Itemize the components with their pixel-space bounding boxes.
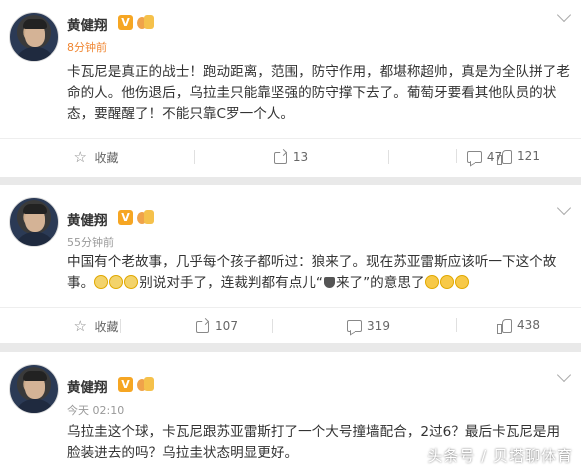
repost-button[interactable]: 13 (194, 139, 387, 175)
avatar[interactable] (9, 197, 59, 247)
avatar[interactable] (9, 12, 59, 62)
weibo-post: 黄健翔 V 55分钟前 中国有个老故事，几乎每个孩子都听过：狼来了。现在苏亚雷斯… (0, 185, 581, 343)
like-button[interactable]: 438 (456, 307, 581, 343)
favorite-label: 收藏 (94, 319, 119, 334)
emoji-icon (94, 275, 109, 289)
favorite-label: 收藏 (94, 150, 119, 165)
star-icon (73, 148, 88, 166)
like-count: 438 (517, 318, 540, 332)
member-badge-icon (137, 377, 155, 392)
emoji-icon (439, 275, 454, 289)
repost-icon (273, 151, 287, 164)
star-icon (73, 317, 88, 335)
emoji-icon (124, 275, 139, 289)
avatar[interactable] (9, 364, 59, 414)
like-icon (497, 149, 513, 165)
chevron-down-icon[interactable] (556, 367, 572, 383)
like-icon (497, 318, 513, 334)
comment-icon (347, 319, 363, 333)
favorite-button[interactable]: 收藏 (0, 139, 193, 175)
like-count: 121 (517, 149, 540, 163)
repost-count: 107 (215, 319, 238, 333)
repost-count: 13 (292, 150, 309, 164)
post-time[interactable]: 8分钟前 (67, 39, 107, 55)
member-badge-icon (137, 210, 155, 225)
emoji-icon (109, 275, 124, 289)
emoji-icon (424, 275, 439, 289)
chevron-down-icon[interactable] (556, 200, 572, 216)
verified-v-icon: V (118, 377, 133, 392)
comment-count: 319 (367, 319, 390, 333)
repost-icon (195, 320, 210, 333)
post-time[interactable]: 今天 02:10 (67, 402, 124, 418)
member-badge-icon (137, 15, 155, 30)
comment-button[interactable]: 319 (272, 308, 465, 344)
verified-v-icon: V (118, 210, 133, 225)
post-time[interactable]: 55分钟前 (67, 234, 114, 250)
chevron-down-icon[interactable] (556, 7, 572, 23)
weibo-post: 黄健翔 V 8分钟前 卡瓦尼是真正的战士！跑动距离，范围，防守作用，都堪称超帅，… (0, 0, 581, 177)
post-content: 中国有个老故事，几乎每个孩子都听过：狼来了。现在苏亚雷斯应该听一下这个故事。 别说… (67, 252, 572, 294)
author-name[interactable]: 黄健翔 (67, 376, 108, 396)
like-button[interactable]: 121 (456, 138, 581, 174)
watermark: 头条号 / 贝塔聊体育 (427, 447, 573, 465)
post-content-text: 别说对手了，连裁判都有点儿“ (139, 275, 323, 291)
post-content-text: 来了”的意思了 (335, 275, 425, 291)
author-name[interactable]: 黄健翔 (67, 14, 108, 34)
author-name[interactable]: 黄健翔 (67, 209, 108, 229)
verified-v-icon: V (118, 15, 133, 30)
devil-emoji-icon (323, 277, 335, 288)
emoji-icon (454, 275, 469, 289)
post-content: 卡瓦尼是真正的战士！跑动距离，范围，防守作用，都堪称超帅，真是为全队拼了老命的人… (67, 64, 570, 122)
